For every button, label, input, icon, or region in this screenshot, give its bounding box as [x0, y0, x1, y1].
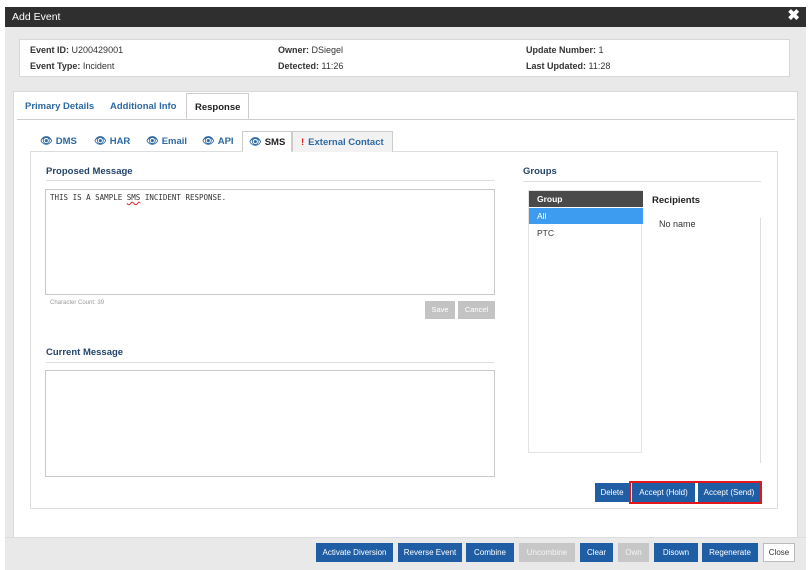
last-updated-value: 11:28 [588, 61, 611, 71]
eye-icon: 👁 [146, 136, 159, 147]
exclamation-icon: ! [301, 137, 305, 148]
proposed-divider [46, 180, 494, 181]
tab-sms-label: SMS [264, 137, 286, 148]
eye-icon: 👁 [94, 136, 107, 147]
close-icon[interactable]: ✖ [787, 7, 800, 25]
group-table: Group All PTC [528, 190, 643, 453]
proposed-text-misspelled: SMS [126, 193, 141, 202]
close-button[interactable]: Close [763, 543, 795, 562]
tab-primary-details[interactable]: Primary Details [25, 93, 94, 119]
recipients-value: No name [659, 219, 696, 229]
tab-email-label: Email [161, 136, 188, 147]
group-column-header: Group [529, 191, 643, 207]
event-id-value: U200429001 [71, 45, 124, 55]
recipients-title: Recipients [652, 195, 701, 206]
event-id: Event ID: U200429001 [30, 45, 123, 55]
tab-email[interactable]: 👁 Email [146, 131, 187, 152]
uncombine-button[interactable]: Uncombine [519, 543, 575, 562]
activate-diversion-button[interactable]: Activate Diversion [316, 543, 393, 562]
detected: Detected: 11:26 [278, 61, 343, 71]
event-type-value: Incident [82, 61, 115, 71]
update-number: Update Number: 1 [526, 45, 604, 55]
own-button[interactable]: Own [618, 543, 649, 562]
eye-icon: 👁 [202, 136, 215, 147]
tab-api[interactable]: 👁 API [202, 131, 234, 152]
update-number-label: Update Number: [526, 45, 597, 55]
clear-button[interactable]: Clear [580, 543, 613, 562]
event-id-label: Event ID: [30, 45, 70, 55]
current-divider [46, 362, 494, 363]
proposed-message-title: Proposed Message [46, 166, 133, 177]
current-message-textarea[interactable] [45, 370, 495, 477]
proposed-text-start: THIS IS A SAMPLE [50, 193, 127, 202]
window-title: Add Event [12, 11, 61, 23]
groups-title: Groups [523, 166, 557, 177]
tab-sms[interactable]: 👁 SMS [242, 131, 293, 152]
cancel-button[interactable]: Cancel [458, 301, 495, 319]
owner-label: Owner: [278, 45, 310, 55]
tab-additional-info[interactable]: Additional Info [110, 93, 177, 119]
group-row-ptc[interactable]: PTC [529, 225, 643, 241]
regenerate-button[interactable]: Regenerate [702, 543, 758, 562]
disown-button[interactable]: Disown [654, 543, 698, 562]
character-count: Character Count: 39 [50, 300, 105, 306]
update-number-value: 1 [598, 45, 604, 55]
event-type: Event Type: Incident [30, 61, 114, 71]
groups-divider [523, 181, 761, 182]
last-updated: Last Updated: 11:28 [526, 61, 610, 71]
title-bar: Add Event ✖ [5, 7, 806, 27]
proposed-message-textarea[interactable]: THIS IS A SAMPLE SMS INCIDENT RESPONSE. [45, 189, 495, 295]
group-row-all[interactable]: All [529, 208, 643, 224]
tab-api-label: API [217, 136, 234, 147]
detected-value: 11:26 [321, 61, 344, 71]
recipients-divider [760, 218, 761, 463]
tab-dms-label: DMS [55, 136, 77, 147]
owner: Owner: DSiegel [278, 45, 343, 55]
owner-value: DSiegel [311, 45, 344, 55]
tabs-divider [17, 119, 795, 120]
detected-label: Detected: [278, 61, 320, 71]
proposed-text-end: INCIDENT RESPONSE. [140, 193, 227, 202]
event-type-label: Event Type: [30, 61, 81, 71]
combine-button[interactable]: Combine [466, 543, 514, 562]
eye-icon: 👁 [249, 137, 262, 148]
tab-external-contact[interactable]: ! External Contact [292, 131, 393, 152]
tab-response[interactable]: Response [186, 93, 250, 119]
current-message-title: Current Message [46, 347, 124, 358]
reverse-event-button[interactable]: Reverse Event [398, 543, 462, 562]
tab-external-contact-label: External Contact [308, 137, 384, 148]
last-updated-label: Last Updated: [526, 61, 587, 71]
tab-har-label: HAR [109, 136, 131, 147]
event-info-panel: Event ID: U200429001 Event Type: Inciden… [19, 39, 790, 77]
tab-har[interactable]: 👁 HAR [94, 131, 130, 152]
save-button[interactable]: Save [425, 301, 455, 319]
eye-icon: 👁 [40, 136, 53, 147]
delete-button[interactable]: Delete [595, 483, 629, 502]
tab-dms[interactable]: 👁 DMS [40, 131, 77, 152]
accept-buttons-highlight [629, 481, 762, 504]
